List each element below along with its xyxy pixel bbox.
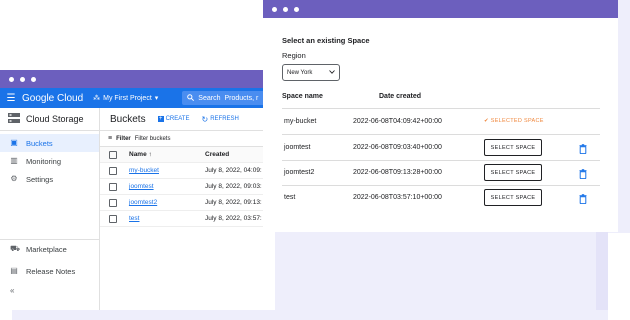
select-space-button[interactable]: SELECT SPACE bbox=[484, 164, 542, 181]
sidebar-item-label: Settings bbox=[26, 174, 54, 184]
plus-icon: + bbox=[157, 116, 164, 122]
sidebar-item-label: Buckets bbox=[26, 138, 53, 148]
refresh-icon: ↻ bbox=[201, 114, 209, 124]
region-label: Region bbox=[282, 51, 306, 60]
cloud-storage-icon bbox=[8, 113, 20, 125]
window-dot-1[interactable] bbox=[9, 76, 14, 82]
project-selector[interactable]: ⁂ My First Project ▾ bbox=[93, 94, 159, 103]
space-date: 2022-06-08T04:09:42+00:00 bbox=[353, 118, 442, 125]
column-date-created: Date created bbox=[379, 93, 422, 100]
space-row: test 2022-06-08T03:57:10+00:00 SELECT SP… bbox=[282, 186, 600, 210]
window-dot-1[interactable] bbox=[272, 6, 277, 12]
spaces-table-header: Space name Date created bbox=[282, 91, 600, 109]
chevron-down-icon: ▾ bbox=[154, 95, 159, 102]
row-checkbox[interactable] bbox=[109, 198, 117, 207]
bucket-icon: ▣ bbox=[10, 138, 18, 147]
gear-icon: ⚙ bbox=[10, 174, 18, 183]
column-name[interactable]: Name ↑ bbox=[129, 151, 205, 158]
table-header-row: Name ↑ Created bbox=[100, 147, 275, 163]
window-dot-2[interactable] bbox=[283, 6, 288, 12]
create-label: CREATE bbox=[165, 116, 190, 122]
google-cloud-header: ☰ Google Cloud ⁂ My First Project ▾ Sear… bbox=[0, 88, 275, 108]
project-icon: ⁂ bbox=[93, 95, 101, 102]
space-row: my-bucket 2022-06-08T04:09:42+00:00 ✔ SE… bbox=[282, 110, 600, 135]
sidebar-item-label: Monitoring bbox=[26, 156, 62, 166]
window-dot-2[interactable] bbox=[20, 76, 25, 82]
space-date: 2022-06-08T09:03:40+00:00 bbox=[353, 144, 442, 151]
select-space-button[interactable]: SELECT SPACE bbox=[484, 189, 542, 206]
search-box[interactable]: Search Products, r bbox=[182, 91, 275, 105]
space-row: joomtest2 2022-06-08T09:13:28+00:00 SELE… bbox=[282, 161, 600, 186]
search-icon bbox=[187, 93, 195, 103]
select-all-checkbox[interactable] bbox=[109, 150, 117, 159]
storage-sidebar: Cloud Storage ▣ Buckets ▥ Monitoring ⚙ S… bbox=[0, 108, 100, 310]
sidebar-item-buckets[interactable]: ▣ Buckets bbox=[0, 134, 99, 152]
sidebar-title: Cloud Storage bbox=[26, 114, 84, 124]
space-name: test bbox=[284, 194, 296, 201]
sidebar-item-monitoring[interactable]: ▥ Monitoring bbox=[0, 152, 99, 170]
space-name: joomtest2 bbox=[284, 169, 315, 176]
chart-icon: ▥ bbox=[10, 156, 18, 165]
refresh-button[interactable]: ↻ REFRESH bbox=[201, 115, 238, 124]
create-button[interactable]: + CREATE bbox=[157, 116, 190, 122]
bucket-link[interactable]: my-bucket bbox=[129, 167, 159, 174]
space-row: joomtest 2022-06-08T09:03:40+00:00 SELEC… bbox=[282, 136, 600, 161]
space-name: my-bucket bbox=[284, 118, 317, 125]
window-controls bbox=[272, 6, 299, 12]
space-date: 2022-06-08T09:13:28+00:00 bbox=[353, 169, 442, 176]
filter-bar[interactable]: ≡ Filter Filter buckets bbox=[100, 131, 275, 147]
sidebar-item-release-notes[interactable]: ▤ Release Notes bbox=[0, 262, 99, 280]
google-cloud-brand[interactable]: Google Cloud bbox=[22, 93, 83, 104]
region-value: New York bbox=[287, 69, 313, 76]
trash-icon[interactable] bbox=[579, 169, 589, 180]
sidebar-item-label: Release Notes bbox=[26, 266, 76, 276]
table-row: test July 8, 2022, 03:57: bbox=[100, 211, 275, 227]
select-space-button[interactable]: SELECT SPACE bbox=[484, 139, 542, 156]
search-placeholder: Products, r bbox=[224, 94, 259, 102]
row-checkbox[interactable] bbox=[109, 214, 117, 223]
trash-icon[interactable] bbox=[579, 194, 589, 205]
trash-icon[interactable] bbox=[579, 144, 589, 155]
table-row: joomtest2 July 8, 2022, 09:13: bbox=[100, 195, 275, 211]
page-title: Buckets bbox=[110, 113, 146, 125]
table-row: my-bucket July 8, 2022, 04:09: bbox=[100, 163, 275, 179]
window-titlebar bbox=[263, 0, 618, 18]
window-controls bbox=[9, 76, 36, 82]
row-checkbox[interactable] bbox=[109, 182, 117, 191]
sidebar-header: Cloud Storage bbox=[0, 108, 99, 131]
row-checkbox[interactable] bbox=[109, 166, 117, 175]
refresh-label: REFRESH bbox=[210, 116, 239, 122]
cart-icon: ⛟ bbox=[10, 244, 21, 253]
space-date: 2022-06-08T03:57:10+00:00 bbox=[353, 194, 442, 201]
backdrop-panel-right bbox=[596, 232, 608, 310]
collapse-sidebar-icon[interactable]: « bbox=[10, 286, 14, 295]
bucket-link[interactable]: test bbox=[129, 215, 139, 222]
select-space-window: Select an existing Space Region New York… bbox=[263, 0, 618, 232]
window-dot-3[interactable] bbox=[294, 6, 299, 12]
hamburger-menu-icon[interactable]: ☰ bbox=[0, 93, 22, 104]
bucket-link[interactable]: joomtest2 bbox=[129, 199, 157, 206]
window-dot-3[interactable] bbox=[31, 76, 36, 82]
window-titlebar bbox=[0, 70, 275, 88]
filter-placeholder: Filter buckets bbox=[134, 135, 171, 142]
search-label: Search bbox=[198, 94, 221, 102]
sidebar-item-label: Marketplace bbox=[26, 244, 67, 254]
buckets-main: Buckets + CREATE ↻ REFRESH ≡ Filter Filt… bbox=[100, 108, 275, 310]
cloud-storage-window: ☰ Google Cloud ⁂ My First Project ▾ Sear… bbox=[0, 70, 275, 310]
dialog-title: Select an existing Space bbox=[282, 36, 370, 45]
buckets-header: Buckets + CREATE ↻ REFRESH bbox=[100, 108, 275, 131]
filter-label: Filter bbox=[116, 135, 131, 142]
notes-icon: ▤ bbox=[10, 266, 18, 275]
chevron-down-icon bbox=[329, 69, 335, 76]
sidebar-item-marketplace[interactable]: ⛟ Marketplace bbox=[0, 240, 99, 258]
table-row: joomtest July 8, 2022, 09:03: bbox=[100, 179, 275, 195]
column-space-name: Space name bbox=[282, 93, 323, 100]
space-name: joomtest bbox=[284, 144, 311, 151]
filter-icon: ≡ bbox=[108, 135, 113, 142]
project-name: My First Project bbox=[103, 94, 152, 102]
sidebar-item-settings[interactable]: ⚙ Settings bbox=[0, 170, 99, 188]
bucket-link[interactable]: joomtest bbox=[129, 183, 154, 190]
selected-space-badge: ✔ SELECTED SPACE bbox=[484, 118, 544, 124]
region-select[interactable]: New York bbox=[282, 64, 340, 81]
